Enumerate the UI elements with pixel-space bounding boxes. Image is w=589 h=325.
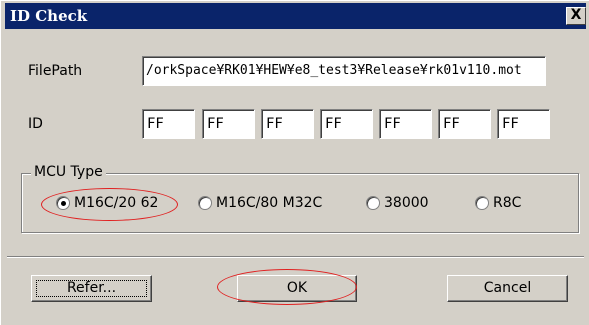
title-bar[interactable]: ID Check X — [5, 3, 586, 29]
radio-unselected-icon — [366, 196, 380, 210]
radio-unselected-icon — [198, 196, 212, 210]
close-icon: X — [570, 7, 582, 23]
radio-label: M16C/80 M32C — [216, 195, 323, 211]
filepath-input[interactable]: /orkSpace¥RK01¥HEW¥e8_test3¥Release¥rk01… — [142, 56, 546, 86]
highlight-ellipse-mcu — [41, 188, 178, 221]
radio-label: R8C — [493, 195, 522, 211]
id-field-2[interactable]: FF — [202, 109, 255, 139]
id-field-6[interactable]: FF — [438, 109, 491, 139]
window-title: ID Check — [10, 7, 88, 25]
id-field-5[interactable]: FF — [379, 109, 432, 139]
filepath-label: FilePath — [28, 63, 83, 79]
radio-label: 38000 — [384, 195, 429, 211]
close-button[interactable]: X — [566, 7, 586, 25]
radio-unselected-icon — [475, 196, 489, 210]
separator-line — [7, 256, 584, 258]
refer-button[interactable]: Refer... — [31, 275, 152, 302]
id-label: ID — [28, 116, 43, 132]
cancel-button[interactable]: Cancel — [447, 275, 568, 302]
mcu-type-label: MCU Type — [31, 164, 106, 180]
id-field-1[interactable]: FF — [142, 109, 195, 139]
highlight-ellipse-ok — [217, 269, 357, 305]
id-check-dialog: ID Check X FilePath /orkSpace¥RK01¥HEW¥e… — [0, 0, 589, 325]
id-field-3[interactable]: FF — [261, 109, 314, 139]
id-field-4[interactable]: FF — [320, 109, 373, 139]
id-field-7[interactable]: FF — [497, 109, 550, 139]
